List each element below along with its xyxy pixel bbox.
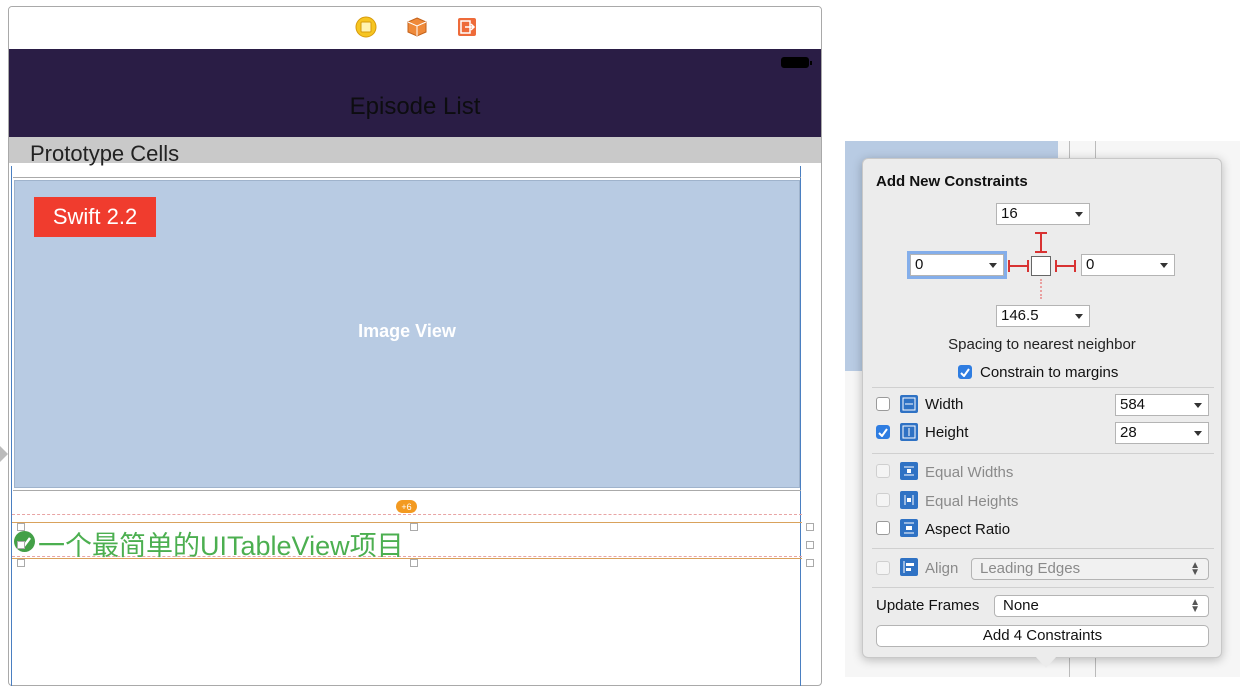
top-spacing-combo[interactable]: 16 bbox=[996, 203, 1090, 225]
updown-arrows-icon: ▲ ▼ bbox=[1190, 560, 1200, 578]
update-frames-label: Update Frames bbox=[876, 597, 980, 614]
resize-handle[interactable] bbox=[410, 523, 418, 531]
navigation-bar: Episode List bbox=[9, 49, 821, 137]
constraint-count-badge[interactable]: +6 bbox=[396, 500, 417, 513]
constrain-margins-checkbox[interactable] bbox=[958, 365, 972, 379]
nav-title: Episode List bbox=[349, 93, 481, 120]
aspect-ratio-checkbox[interactable] bbox=[876, 521, 890, 535]
top-pin-cap bbox=[1035, 251, 1047, 253]
dropdown-arrow-icon[interactable] bbox=[1075, 314, 1083, 319]
equal-heights-label: Equal Heights bbox=[925, 493, 1019, 510]
top-pin-cap bbox=[1035, 232, 1047, 234]
trailing-spacing-combo[interactable]: 0 bbox=[1081, 254, 1175, 276]
align-value: Leading Edges bbox=[980, 560, 1081, 577]
aspect-ratio-label: Aspect Ratio bbox=[925, 521, 1011, 538]
width-value: 584 bbox=[1120, 396, 1146, 413]
dropdown-arrow-icon[interactable] bbox=[1194, 431, 1202, 436]
spacing-caption: Spacing to nearest neighbor bbox=[948, 336, 1136, 353]
dropdown-arrow-icon[interactable] bbox=[989, 263, 997, 268]
align-label: Align bbox=[925, 560, 959, 577]
updown-arrows-icon: ▲ ▼ bbox=[1190, 597, 1200, 615]
equal-heights-icon bbox=[900, 491, 918, 509]
width-icon bbox=[900, 395, 918, 413]
trailing-spacing-value: 0 bbox=[1086, 256, 1095, 273]
add-constraints-popover: Add New Constraints 16 0 0 146.5 Spacing… bbox=[862, 158, 1222, 658]
scene-dock bbox=[9, 7, 821, 49]
bottom-spacing-value: 146.5 bbox=[1001, 307, 1039, 324]
guide-line bbox=[12, 514, 802, 515]
separator bbox=[872, 587, 1214, 588]
resize-handle[interactable] bbox=[17, 523, 25, 531]
leading-pin-cap bbox=[1008, 260, 1010, 272]
resize-handle[interactable] bbox=[806, 541, 814, 549]
image-view-label: Image View bbox=[358, 321, 456, 341]
dropdown-arrow-icon[interactable] bbox=[1075, 212, 1083, 217]
resize-handle[interactable] bbox=[17, 541, 25, 549]
leading-pin-strut[interactable] bbox=[1009, 265, 1029, 267]
align-checkbox[interactable] bbox=[876, 561, 890, 575]
first-responder-icon[interactable] bbox=[406, 16, 428, 38]
view-controller-icon[interactable] bbox=[355, 16, 377, 38]
leading-spacing-combo[interactable]: 0 bbox=[907, 251, 1007, 279]
leading-spacing-value: 0 bbox=[915, 256, 924, 273]
cell-divider bbox=[13, 177, 801, 178]
section-title: Prototype Cells bbox=[30, 141, 180, 166]
separator bbox=[872, 387, 1214, 388]
prototype-cells-header: Prototype Cells bbox=[9, 137, 821, 166]
equal-heights-checkbox[interactable] bbox=[876, 493, 890, 507]
dropdown-arrow-icon[interactable] bbox=[1194, 403, 1202, 408]
battery-icon bbox=[781, 57, 812, 68]
separator bbox=[872, 548, 1214, 549]
width-label: Width bbox=[925, 396, 964, 413]
separator bbox=[872, 453, 1214, 454]
swift-version-badge[interactable]: Swift 2.2 bbox=[34, 197, 156, 237]
width-checkbox[interactable] bbox=[876, 397, 890, 411]
bottom-spacing-combo[interactable]: 146.5 bbox=[996, 305, 1090, 327]
height-checkbox[interactable] bbox=[876, 425, 890, 439]
height-label: Height bbox=[925, 424, 969, 441]
align-icon bbox=[900, 558, 918, 576]
add-constraints-button[interactable]: Add 4 Constraints bbox=[876, 625, 1209, 647]
exit-icon[interactable] bbox=[456, 16, 478, 38]
update-frames-value: None bbox=[1003, 597, 1039, 614]
update-frames-select[interactable]: None ▲ ▼ bbox=[994, 595, 1209, 617]
bottom-pin-strut[interactable] bbox=[1040, 279, 1042, 299]
trailing-pin-cap bbox=[1055, 260, 1057, 272]
trailing-pin-strut[interactable] bbox=[1055, 265, 1075, 267]
entry-point-arrow-icon bbox=[0, 446, 8, 462]
top-pin-strut[interactable] bbox=[1040, 233, 1042, 253]
height-value-combo[interactable]: 28 bbox=[1115, 422, 1209, 444]
dropdown-arrow-icon[interactable] bbox=[1160, 263, 1168, 268]
trailing-pin-cap bbox=[1074, 260, 1076, 272]
equal-widths-checkbox[interactable] bbox=[876, 464, 890, 478]
pin-target-box bbox=[1031, 256, 1051, 276]
image-view[interactable]: Swift 2.2 Image View bbox=[14, 180, 800, 488]
resize-handle[interactable] bbox=[806, 523, 814, 531]
equal-widths-icon bbox=[900, 462, 918, 480]
equal-widths-label: Equal Widths bbox=[925, 464, 1014, 481]
resize-handle[interactable] bbox=[17, 559, 25, 567]
height-value: 28 bbox=[1120, 424, 1137, 441]
image-bottom-line bbox=[13, 490, 801, 491]
leading-pin-cap bbox=[1027, 260, 1029, 272]
resize-handle[interactable] bbox=[806, 559, 814, 567]
aspect-ratio-icon bbox=[900, 519, 918, 537]
height-icon bbox=[900, 423, 918, 441]
top-spacing-value: 16 bbox=[1001, 205, 1018, 222]
resize-handle[interactable] bbox=[410, 559, 418, 567]
constrain-margins-label: Constrain to margins bbox=[980, 364, 1119, 381]
popover-title: Add New Constraints bbox=[876, 173, 1028, 190]
align-select[interactable]: Leading Edges ▲ ▼ bbox=[971, 558, 1209, 580]
width-value-combo[interactable]: 584 bbox=[1115, 394, 1209, 416]
popover-arrow bbox=[1035, 656, 1057, 668]
title-label-text: 一个最简单的UITableView项目 bbox=[38, 531, 404, 561]
